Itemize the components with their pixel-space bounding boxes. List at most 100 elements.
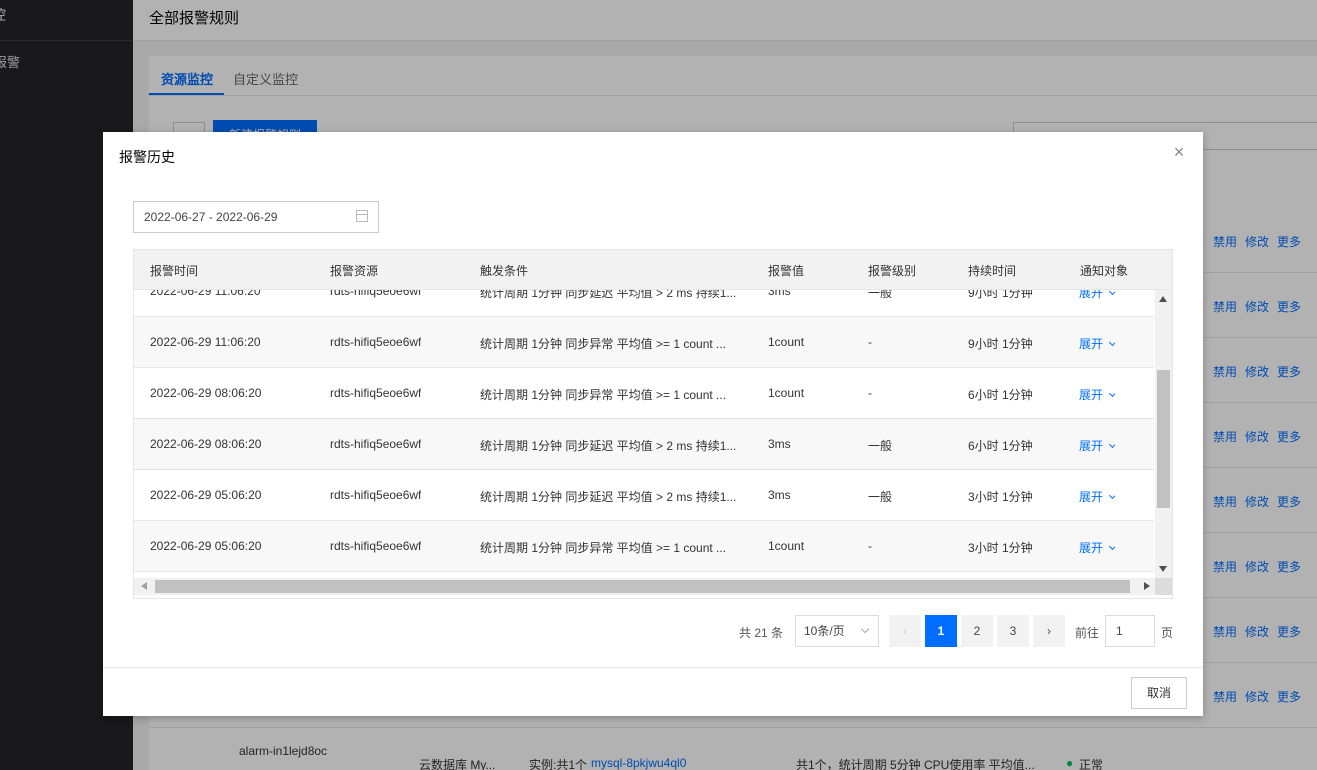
alarm-time: 2022-06-29 05:06:20 [150, 539, 262, 553]
alarm-duration: 3小时 1分钟 [968, 541, 1033, 555]
alarm-level: - [868, 335, 872, 349]
column-header: 触发条件 [480, 264, 529, 278]
alarm-duration: 6小时 1分钟 [968, 388, 1033, 402]
total-count: 共 21 条 [739, 626, 784, 640]
scroll-down-icon[interactable] [1159, 566, 1167, 572]
date-range-picker[interactable]: 2022-06-27 - 2022-06-29 [133, 201, 379, 233]
table-body[interactable]: 2022-06-29 11:06:20 rdts-hifiq5eoe6wf 统计周期… [134, 290, 1154, 578]
page-size-value: 10条/页 [804, 624, 845, 638]
table-row: 2022-06-29 05:06:20 rdts-hifiq5eoe6wf 统计周期… [134, 521, 1154, 572]
scrollbar-corner [1155, 578, 1172, 595]
column-header: 报警级别 [868, 264, 917, 278]
expand-label: 展开 [1079, 541, 1104, 555]
expand-notify-link[interactable]: 展开 [1079, 539, 1116, 556]
next-page-button[interactable]: › [1033, 615, 1065, 647]
pagination: 共 21 条 10条/页 ‹ 1 2 3 › 前往 页 [103, 615, 1203, 647]
goto-label: 前往 [1075, 626, 1100, 640]
chevron-down-icon [1108, 290, 1116, 296]
dialog-title: 报警历史 [119, 149, 175, 165]
alarm-time: 2022-06-29 05:06:20 [150, 488, 262, 502]
expand-label: 展开 [1079, 337, 1104, 351]
alarm-time: 2022-06-29 08:06:20 [150, 386, 262, 400]
alarm-value: 3ms [768, 437, 791, 451]
alarm-value: 3ms [768, 488, 791, 502]
column-header: 持续时间 [968, 264, 1017, 278]
alarm-resource: rdts-hifiq5eoe6wf [330, 437, 422, 451]
expand-label: 展开 [1079, 388, 1104, 402]
column-header: 报警值 [768, 264, 805, 278]
expand-notify-link[interactable]: 展开 [1079, 488, 1116, 505]
chevron-down-icon [1108, 440, 1116, 449]
alarm-resource: rdts-hifiq5eoe6wf [330, 488, 422, 502]
alarm-time: 2022-06-29 11:06:20 [150, 290, 261, 298]
alarm-resource: rdts-hifiq5eoe6wf [330, 386, 422, 400]
alarm-resource: rdts-hifiq5eoe6wf [330, 539, 422, 553]
page-button-3[interactable]: 3 [997, 615, 1029, 647]
alarm-resource: rdts-hifiq5eoe6wf [330, 290, 422, 298]
scroll-left-icon[interactable] [141, 582, 147, 590]
table-row: 2022-06-29 11:06:20 rdts-hifiq5eoe6wf 统计周期… [134, 317, 1154, 368]
vertical-scrollbar[interactable] [1155, 290, 1172, 578]
alarm-time: 2022-06-29 08:06:20 [150, 437, 262, 451]
alarm-duration: 9小时 1分钟 [968, 290, 1033, 300]
calendar-icon [356, 210, 368, 222]
alarm-duration: 9小时 1分钟 [968, 337, 1033, 351]
column-header: 报警时间 [150, 264, 199, 278]
alarm-condition: 统计周期 1分钟 同步延迟 平均值 > 2 ms 持续1... [480, 439, 737, 453]
prev-page-button[interactable]: ‹ [889, 615, 921, 647]
expand-label: 展开 [1079, 290, 1104, 300]
scroll-right-icon[interactable] [1144, 582, 1150, 590]
horizontal-scrollbar[interactable] [134, 578, 1155, 595]
alarm-time: 2022-06-29 11:06:20 [150, 335, 261, 349]
expand-notify-link[interactable]: 展开 [1079, 290, 1116, 301]
alarm-duration: 6小时 1分钟 [968, 439, 1033, 453]
date-range-value: 2022-06-27 - 2022-06-29 [144, 210, 278, 224]
table-row: 2022-06-29 08:06:20 rdts-hifiq5eoe6wf 统计周期… [134, 419, 1154, 470]
scroll-up-icon[interactable] [1159, 296, 1167, 302]
alarm-value: 1count [768, 539, 805, 553]
alarm-value: 3ms [768, 290, 791, 298]
expand-notify-link[interactable]: 展开 [1079, 386, 1116, 403]
close-icon[interactable]: × [1169, 142, 1189, 162]
page-size-select[interactable]: 10条/页 [795, 615, 879, 647]
chevron-down-icon [1108, 491, 1116, 500]
chevron-left-icon: ‹ [903, 624, 907, 638]
alarm-level: - [868, 539, 872, 553]
expand-label: 展开 [1079, 439, 1104, 453]
page-button-2[interactable]: 2 [961, 615, 993, 647]
table-row: 2022-06-29 11:06:20 rdts-hifiq5eoe6wf 统计周期… [134, 290, 1154, 317]
expand-notify-link[interactable]: 展开 [1079, 437, 1116, 454]
column-header: 报警资源 [330, 264, 379, 278]
scrollbar-thumb[interactable] [1157, 370, 1170, 508]
expand-notify-link[interactable]: 展开 [1079, 335, 1116, 352]
alarm-condition: 统计周期 1分钟 同步异常 平均值 >= 1 count ... [480, 388, 727, 402]
alarm-level: 一般 [868, 439, 893, 453]
table-row: 2022-06-29 05:06:20 rdts-hifiq5eoe6wf 统计周期… [134, 470, 1154, 521]
alarm-value: 1count [768, 335, 805, 349]
chevron-down-icon [860, 624, 870, 634]
alarm-history-dialog: 报警历史 × 2022-06-27 - 2022-06-29 报警时间 报警资源… [103, 132, 1203, 716]
alarm-duration: 3小时 1分钟 [968, 490, 1033, 504]
alarm-resource: rdts-hifiq5eoe6wf [330, 335, 422, 349]
chevron-down-icon [1108, 542, 1116, 551]
page-button-1[interactable]: 1 [925, 615, 957, 647]
chevron-right-icon: › [1047, 624, 1051, 638]
chevron-down-icon [1108, 338, 1116, 347]
page-unit-label: 页 [1161, 626, 1174, 640]
alarm-condition: 统计周期 1分钟 同步异常 平均值 >= 1 count ... [480, 337, 727, 351]
cancel-button[interactable]: 取消 [1131, 677, 1187, 709]
alarm-value: 1count [768, 386, 805, 400]
alarm-history-table: 报警时间 报警资源 触发条件 报警值 报警级别 持续时间 通知对象 2022-0… [133, 249, 1173, 599]
goto-page-input[interactable] [1105, 615, 1155, 647]
expand-label: 展开 [1079, 490, 1104, 504]
alarm-condition: 统计周期 1分钟 同步延迟 平均值 > 2 ms 持续1... [480, 290, 737, 300]
column-header: 通知对象 [1080, 264, 1129, 278]
alarm-level: 一般 [868, 290, 893, 300]
alarm-condition: 统计周期 1分钟 同步异常 平均值 >= 1 count ... [480, 541, 727, 555]
alarm-level: 一般 [868, 490, 893, 504]
alarm-condition: 统计周期 1分钟 同步延迟 平均值 > 2 ms 持续1... [480, 490, 737, 504]
scrollbar-thumb[interactable] [155, 580, 1130, 593]
table-header: 报警时间 报警资源 触发条件 报警值 报警级别 持续时间 通知对象 [134, 250, 1172, 290]
dialog-footer: 取消 [103, 667, 1203, 716]
table-row: 2022-06-29 08:06:20 rdts-hifiq5eoe6wf 统计周期… [134, 368, 1154, 419]
